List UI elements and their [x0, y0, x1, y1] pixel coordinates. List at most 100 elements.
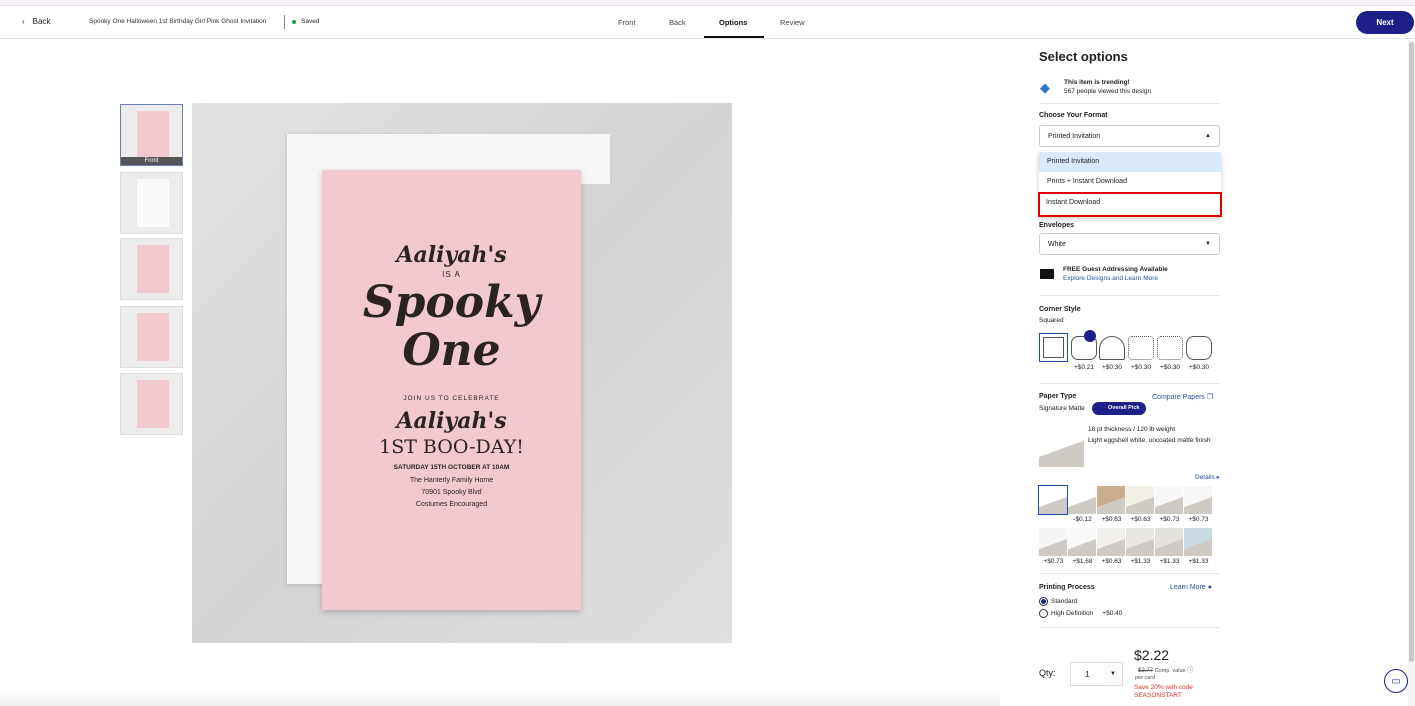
tab-back[interactable]: Back [669, 18, 686, 27]
paper-price: +$0.73 [1159, 516, 1180, 523]
format-option-instant-download[interactable]: Instant Download [1038, 192, 1222, 217]
format-option-printed[interactable]: Printed Invitation [1039, 152, 1221, 172]
qty-select[interactable]: 1 ▼ [1070, 662, 1123, 686]
back-button[interactable]: ‹ Back [22, 17, 50, 26]
header: ‹ Back Spooky One Halloween 1st Birthday … [0, 7, 1415, 39]
paper-swatch[interactable]: +$0.63 [1126, 486, 1155, 525]
recommended-badge-icon [1084, 330, 1096, 342]
card-text: 70901 Spooky Blvd [421, 489, 482, 496]
divider [1039, 383, 1220, 384]
divider [1039, 573, 1220, 574]
per-card: per card [1135, 675, 1156, 681]
paper-swatch[interactable]: -$0.12 [1068, 486, 1097, 525]
paper-price: -$0.12 [1073, 516, 1092, 523]
learn-more-link[interactable]: Learn More ● [1170, 584, 1212, 591]
promo-text: Save 20% with code [1134, 684, 1193, 691]
chat-button[interactable]: ▭ [1384, 669, 1408, 693]
format-select[interactable]: Printed Invitation ▲ [1039, 125, 1220, 147]
overall-pick-badge: Overall Pick [1092, 402, 1146, 415]
corner-squared[interactable] [1039, 333, 1068, 362]
format-dropdown: Printed Invitation Prints + Instant Down… [1038, 151, 1222, 217]
card-name: Aaliyah's [396, 408, 507, 434]
divider [1039, 103, 1220, 104]
options-title: Select options [1039, 49, 1128, 64]
paper-desc: 18 pt thickness / 120 lb weight [1088, 426, 1176, 433]
paper-swatch-image [1155, 528, 1183, 556]
thumbnail-3[interactable] [120, 238, 183, 300]
paper-swatch-image [1039, 528, 1067, 556]
divider [1039, 627, 1220, 628]
addressing-link[interactable]: Explore Designs and Learn More [1063, 275, 1158, 282]
corner-scalloped[interactable]: +$0.30 [1157, 336, 1183, 371]
corner-label: Corner Style [1039, 306, 1081, 313]
envelopes-select[interactable]: White ▼ [1039, 233, 1220, 255]
format-option-prints-download[interactable]: Prints + Instant Download [1039, 172, 1221, 192]
card-name: Aaliyah's [396, 242, 507, 268]
paper-price [1039, 516, 1068, 525]
paper-swatch-image [1038, 485, 1068, 515]
corner-bracket[interactable]: +$0.30 [1186, 336, 1212, 371]
card-text: JOIN US TO CELEBRATE [403, 395, 500, 402]
details-link[interactable]: Details ▸ [1195, 473, 1220, 481]
info-icon: ⓘ [1187, 668, 1194, 674]
chevron-down-icon: ▼ [1205, 241, 1211, 247]
corner-value: Squared [1039, 317, 1064, 324]
paper-swatch-image [1184, 486, 1212, 514]
product-title: Spooky One Halloween 1st Birthday Girl P… [89, 18, 267, 25]
comp-label: Comp. value [1154, 668, 1186, 674]
format-label: Choose Your Format [1039, 112, 1108, 119]
scrollbar[interactable] [1408, 40, 1415, 706]
paper-desc: Light eggshell white, uncoated matte fin… [1088, 437, 1211, 444]
paper-swatch[interactable]: +$1.33 [1126, 528, 1155, 567]
paper-swatch[interactable]: +$0.73 [1155, 486, 1184, 525]
paper-swatch-image [1155, 486, 1183, 514]
radio-high-definition[interactable]: High Definition +$0.40 [1039, 609, 1122, 618]
comp-price: $2.77 [1138, 668, 1154, 674]
paper-swatch[interactable]: +$0.63 [1097, 486, 1126, 525]
thumbnail-4[interactable] [120, 306, 183, 368]
chat-icon: ▭ [1391, 675, 1401, 687]
next-button[interactable]: Next [1356, 11, 1414, 34]
tab-review[interactable]: Review [780, 18, 805, 27]
paper-swatch[interactable]: +$1.33 [1184, 528, 1213, 567]
paper-price: +$0.63 [1101, 558, 1122, 565]
chevron-up-icon: ▲ [1205, 133, 1211, 139]
paper-sample-image [1039, 424, 1084, 467]
qty-label: Qty: [1039, 668, 1056, 678]
paper-swatch-image [1184, 528, 1212, 556]
paper-swatch-image [1068, 528, 1096, 556]
corner-ticket[interactable]: +$0.30 [1128, 336, 1154, 371]
paper-price: +$0.63 [1101, 516, 1122, 523]
tab-front[interactable]: Front [618, 18, 636, 27]
thumbnail-5[interactable] [120, 373, 183, 435]
paper-swatch[interactable]: +$0.63 [1097, 528, 1126, 567]
paper-swatch-image [1126, 528, 1154, 556]
chevron-down-icon: ▼ [1110, 671, 1116, 677]
paper-swatch[interactable]: +$1.33 [1155, 528, 1184, 567]
paper-price: +$0.73 [1043, 558, 1064, 565]
paper-swatch[interactable]: +$1.68 [1068, 528, 1097, 567]
promo-code: SEASONSTART [1134, 692, 1182, 699]
card-text: The Hanterly Family Home [409, 477, 494, 484]
thumbnail-back[interactable] [120, 172, 183, 234]
radio-standard[interactable]: Standard [1039, 597, 1077, 606]
paper-value: Signature Matte [1039, 405, 1085, 412]
card-text: One [402, 325, 501, 376]
corner-arched[interactable]: +$0.30 [1099, 336, 1125, 371]
status-dot-icon [292, 19, 296, 24]
paper-swatch[interactable]: +$0.73 [1184, 486, 1213, 525]
unit-price: $2.22 [1134, 647, 1170, 663]
paper-swatch[interactable]: +$0.73 [1039, 528, 1068, 567]
tab-options[interactable]: Options [719, 18, 747, 27]
paper-price: +$1.33 [1159, 558, 1180, 565]
paper-swatch-image [1097, 528, 1125, 556]
thumbnail-front[interactable]: Front [120, 104, 183, 166]
drop-icon: ● [1207, 584, 1212, 591]
paper-swatch[interactable] [1038, 485, 1068, 525]
addressing-title: FREE Guest Addressing Available [1063, 266, 1168, 273]
corner-rounded[interactable]: +$0.21 [1071, 336, 1097, 371]
envelopes-label: Envelopes [1039, 222, 1075, 229]
compare-papers-link[interactable]: Compare Papers ❐ [1152, 393, 1213, 401]
views-text: 567 people viewed this design [1064, 88, 1152, 95]
envelope-icon [1040, 269, 1054, 279]
